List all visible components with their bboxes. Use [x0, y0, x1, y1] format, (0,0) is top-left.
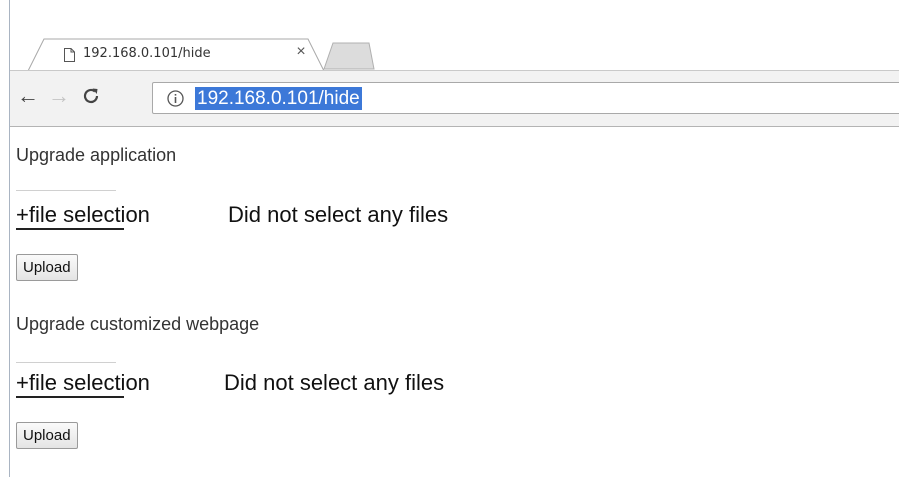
- page-content: Upgrade application +file selection Did …: [10, 127, 899, 477]
- browser-window: 192.168.0.101/hide × ← → 192.168.0.101/h…: [9, 0, 899, 477]
- tab-title: 192.168.0.101/hide: [83, 46, 211, 61]
- file-button-underline: [16, 396, 124, 398]
- section-title-webpage: Upgrade customized webpage: [16, 314, 260, 334]
- file-button-border: [16, 362, 116, 363]
- file-status: Did not select any files: [224, 370, 445, 395]
- file-button-underline: [16, 228, 124, 230]
- info-icon[interactable]: [167, 90, 184, 107]
- page-icon: [64, 48, 75, 62]
- reload-icon[interactable]: [80, 85, 102, 107]
- file-input-webpage[interactable]: +file selection Did not select any files: [16, 362, 616, 400]
- file-select-button[interactable]: +file selection: [16, 370, 150, 396]
- browser-toolbar: ← → 192.168.0.101/hide: [10, 71, 899, 127]
- section-title-application: Upgrade application: [16, 145, 177, 165]
- back-icon[interactable]: ←: [17, 85, 39, 107]
- file-button-border: [16, 190, 116, 191]
- upload-button[interactable]: Upload: [16, 422, 78, 449]
- browser-tab[interactable]: 192.168.0.101/hide ×: [28, 38, 324, 72]
- new-tab-button[interactable]: [323, 42, 375, 70]
- address-url[interactable]: 192.168.0.101/hide: [195, 87, 362, 110]
- upload-button[interactable]: Upload: [16, 254, 78, 281]
- tab-strip: 192.168.0.101/hide ×: [10, 0, 899, 72]
- forward-icon[interactable]: →: [48, 85, 70, 107]
- address-bar[interactable]: 192.168.0.101/hide: [152, 82, 899, 114]
- file-select-button[interactable]: +file selection: [16, 202, 150, 228]
- file-status: Did not select any files: [228, 202, 449, 227]
- file-input-application[interactable]: +file selection Did not select any files: [16, 190, 616, 232]
- close-icon[interactable]: ×: [293, 44, 309, 60]
